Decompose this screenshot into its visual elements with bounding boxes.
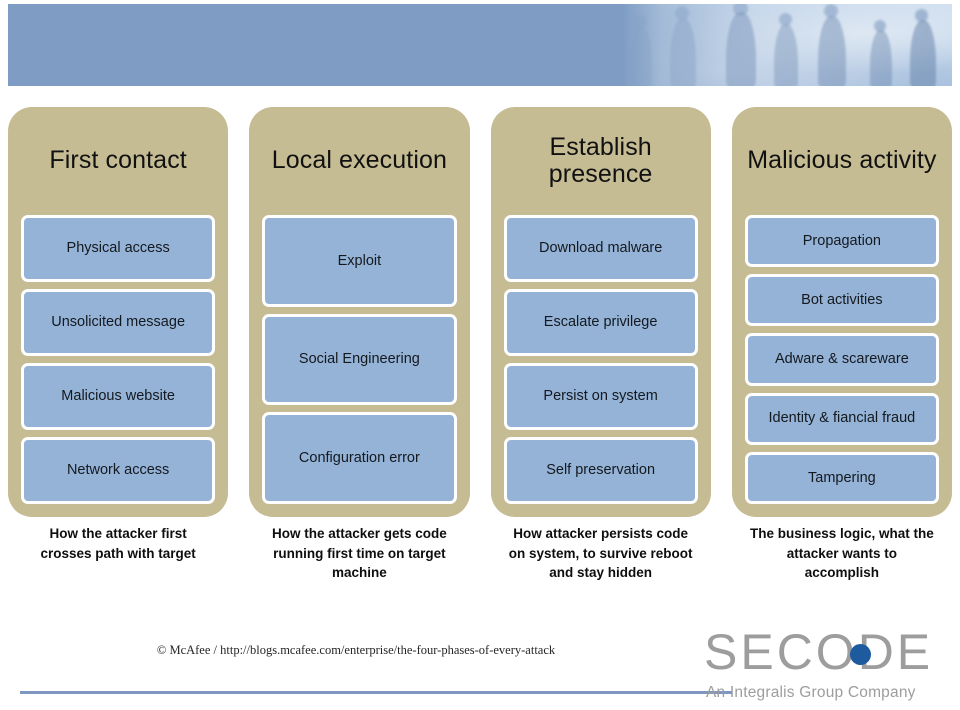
phase-item: Identity & fiancial fraud — [744, 392, 939, 445]
phase-title: First contact — [49, 146, 187, 175]
phase-title: Establish presence — [548, 132, 653, 188]
phase-caption: How the attacker gets code running first… — [271, 526, 447, 581]
phase-column-first-contact: First contact Physical access Unsolicite… — [8, 107, 229, 517]
phase-item-list: Download malware Escalate privilege Pers… — [503, 215, 698, 504]
phase-title: Malicious activity — [747, 146, 937, 175]
phase-caption: The business logic, what the attacker wa… — [749, 526, 934, 581]
phase-item-list: Exploit Social Engineering Configuration… — [262, 215, 457, 505]
phase-item: Social Engineering — [262, 313, 457, 406]
secode-wordmark: SECODE — [704, 624, 934, 680]
phase-item: Configuration error — [262, 412, 457, 505]
banner-photo-fade — [622, 4, 952, 86]
phase-column-malicious-activity: Malicious activity Propagation Bot activ… — [731, 107, 952, 517]
phase-caption: How attacker persists code on system, to… — [508, 526, 693, 581]
phase-item: Malicious website — [21, 363, 216, 430]
phase-title: Local execution — [271, 146, 447, 175]
source-attribution: © McAfee / http://blogs.mcafee.com/enter… — [156, 643, 556, 657]
phase-item: Network access — [21, 437, 216, 504]
phase-item: Download malware — [503, 215, 698, 282]
secode-logo-dot-icon — [850, 644, 871, 665]
phase-column-establish-presence: Establish presence Download malware Esca… — [490, 107, 711, 517]
phase-column-local-execution: Local execution Exploit Social Engineeri… — [249, 107, 470, 517]
phase-item-list: Physical access Unsolicited message Mali… — [21, 215, 216, 504]
secode-tagline: An Integralis Group Company — [706, 684, 916, 701]
phase-item: Physical access — [21, 215, 216, 282]
phase-item: Persist on system — [503, 363, 698, 430]
phase-item: Adware & scareware — [744, 333, 939, 386]
secode-logo: SECODE An Integralis Group Company — [704, 624, 956, 704]
phase-item: Self preservation — [503, 437, 698, 504]
phase-caption: How the attacker first crosses path with… — [40, 526, 196, 561]
phase-item-list: Propagation Bot activities Adware & scar… — [744, 215, 939, 505]
phase-item: Escalate privilege — [503, 289, 698, 356]
phase-item: Exploit — [262, 215, 457, 307]
phase-item: Bot activities — [744, 274, 939, 327]
phase-item: Tampering — [744, 451, 939, 505]
header-banner — [8, 4, 952, 86]
footer-divider — [20, 691, 732, 694]
phase-item: Propagation — [744, 215, 939, 268]
attack-phases-row: First contact Physical access Unsolicite… — [8, 107, 952, 517]
banner-photo — [622, 4, 952, 86]
phase-item: Unsolicited message — [21, 289, 216, 356]
phase-captions-row: How the attacker first crosses path with… — [8, 524, 952, 583]
